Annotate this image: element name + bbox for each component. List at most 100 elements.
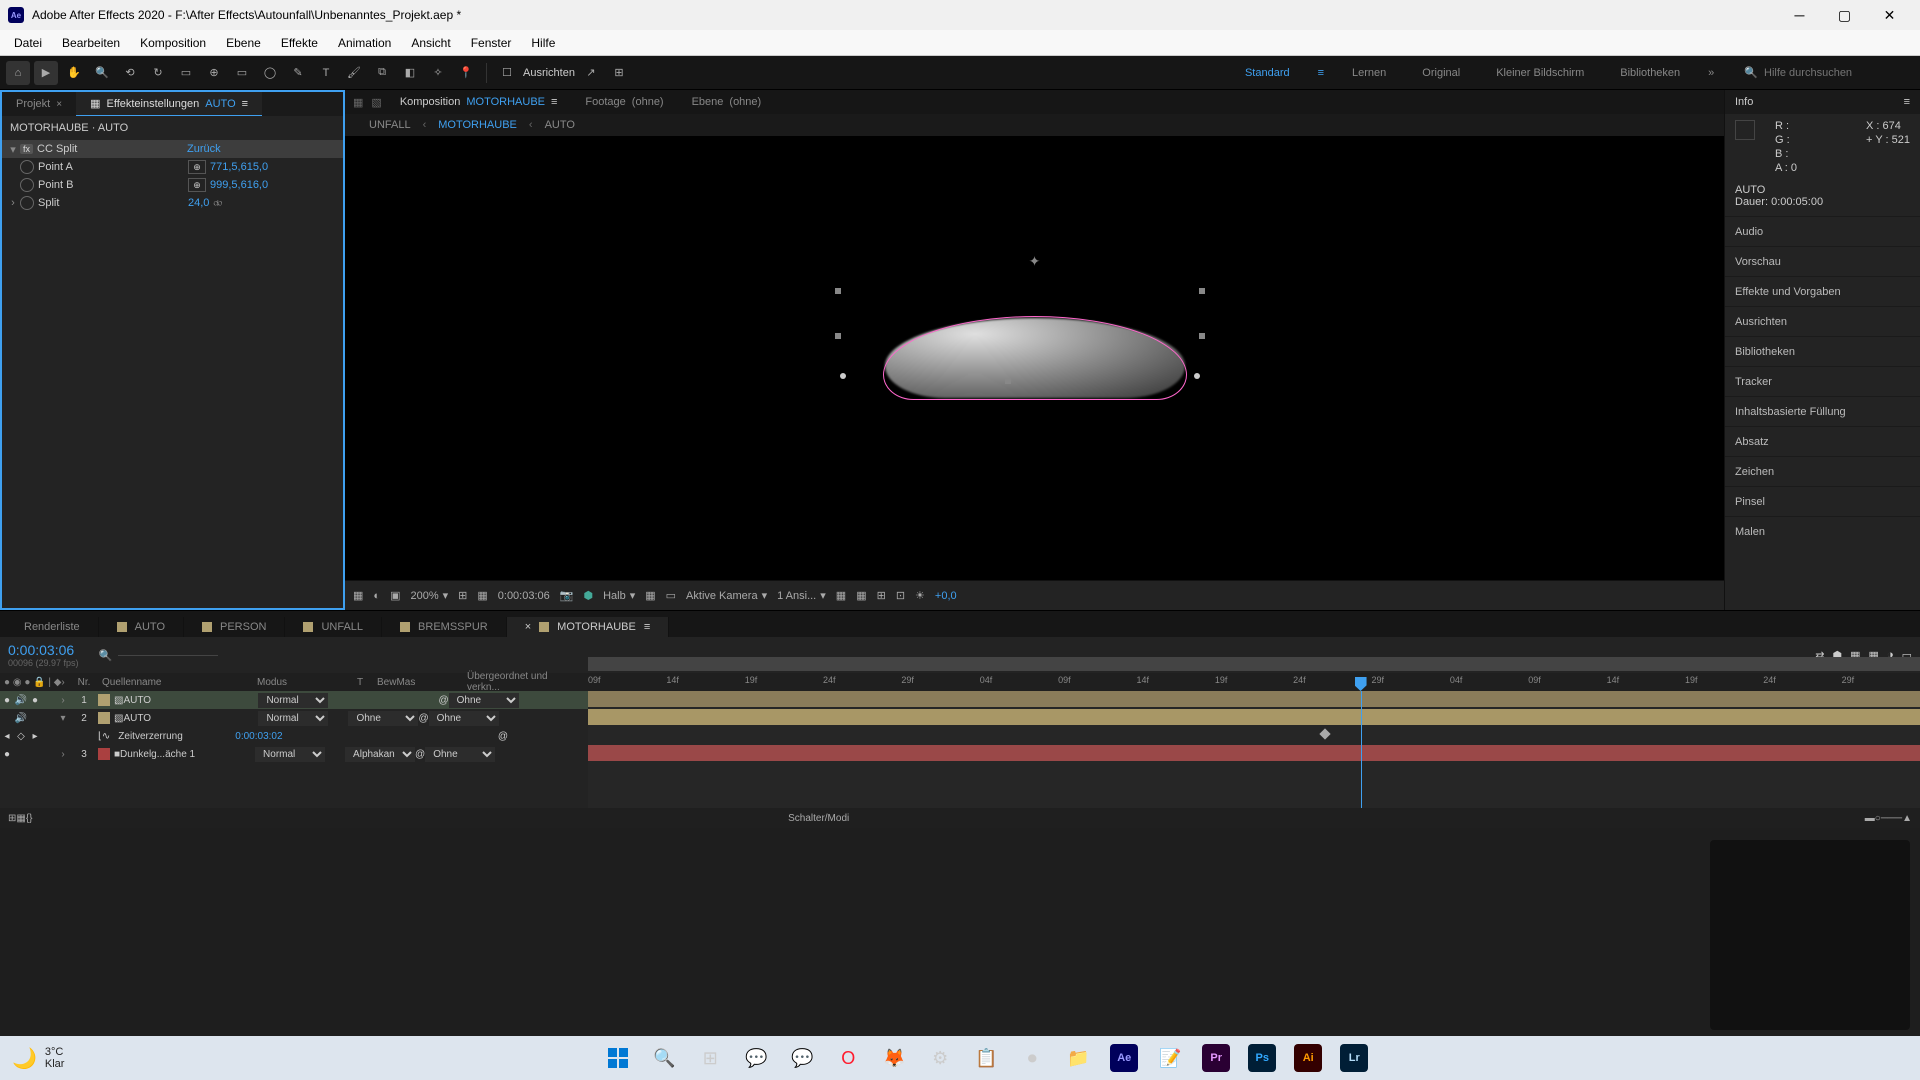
region-icon[interactable]: ▭	[666, 589, 676, 602]
lock-icon[interactable]: ▦	[353, 96, 363, 109]
visibility-toggle[interactable]: ●	[0, 695, 14, 706]
view-opt2-icon[interactable]: ▦	[856, 589, 866, 602]
layer-row[interactable]: 🔊 ▾ 2 ▧ AUTO Normal Ohne @ Ohne	[0, 709, 588, 727]
current-time-display[interactable]: 0:00:03:06	[498, 590, 550, 602]
solo-toggle[interactable]: ●	[28, 695, 42, 706]
parent-pickwhip[interactable]: @	[415, 749, 425, 760]
close-icon[interactable]: ×	[525, 621, 531, 633]
transform-handle[interactable]	[1199, 333, 1205, 339]
puppet-tool[interactable]: 📍	[454, 61, 478, 85]
breadcrumb-item[interactable]: MOTORHAUBE	[438, 119, 517, 131]
viewer-tab-ebene[interactable]: Ebene (ohne)	[682, 96, 772, 108]
trkmat-dropdown[interactable]: Ohne	[348, 711, 418, 726]
taskbar-app-generic1[interactable]: ⚙	[921, 1039, 959, 1077]
rotate-tool[interactable]: ↻	[146, 61, 170, 85]
tl-tab-bremsspur[interactable]: BREMSSPUR	[382, 617, 507, 637]
zoom-out-icon[interactable]: ▬	[1865, 813, 1875, 824]
view-opt4-icon[interactable]: ⊡	[896, 589, 905, 602]
workspace-lernen[interactable]: Lernen	[1344, 67, 1394, 79]
taskbar-app-lightroom[interactable]: Lr	[1335, 1039, 1373, 1077]
stopwatch-icon[interactable]	[20, 196, 34, 210]
layer-name[interactable]: AUTO	[123, 713, 258, 724]
mask-path[interactable]	[883, 316, 1187, 400]
taskbar-app-illustrator[interactable]: Ai	[1289, 1039, 1327, 1077]
twirl-icon[interactable]: ›	[56, 695, 70, 706]
workspace-standard[interactable]: Standard	[1237, 67, 1298, 79]
clone-tool[interactable]: ⧉	[370, 61, 394, 85]
taskbar-app-opera[interactable]: O	[829, 1039, 867, 1077]
info-panel-label[interactable]: Info	[1735, 96, 1753, 108]
views-dropdown[interactable]: 1 Ansi... ▾	[777, 589, 826, 602]
effect-header-row[interactable]: ▾ fx CC Split Zurück	[2, 140, 343, 158]
trkmat-dropdown[interactable]: Alphakanal	[345, 747, 415, 762]
parent-dropdown[interactable]: Ohne	[449, 693, 519, 708]
zoom-in-icon[interactable]: ▲	[1902, 813, 1912, 824]
menu-ebene[interactable]: Ebene	[216, 32, 271, 54]
minimize-button[interactable]: ─	[1777, 0, 1822, 30]
param-value[interactable]: 771,5,615,0	[210, 161, 268, 173]
panel-absatz[interactable]: Absatz	[1725, 426, 1920, 456]
exposure-icon[interactable]: ☀	[915, 589, 925, 602]
panel-menu-icon[interactable]: ≡	[242, 98, 248, 110]
stopwatch-icon[interactable]	[20, 178, 34, 192]
transform-handle[interactable]	[835, 333, 841, 339]
property-value[interactable]: 0:00:03:02	[235, 731, 282, 742]
effect-controls-tab[interactable]: ▦ Effekteinstellungen AUTO ≡	[76, 92, 262, 116]
menu-hilfe[interactable]: Hilfe	[521, 32, 565, 54]
layer-row[interactable]: ● 🔊 ● › 1 ▧ AUTO Normal @ Ohne	[0, 691, 588, 709]
alpha-icon[interactable]: ▦	[353, 589, 363, 602]
viewer-tab-komposition[interactable]: Komposition MOTORHAUBE ≡	[390, 96, 568, 108]
transform-handle[interactable]	[1199, 288, 1205, 294]
taskbar-app-photoshop[interactable]: Ps	[1243, 1039, 1281, 1077]
composition-canvas[interactable]: ✦	[345, 136, 1724, 580]
panel-menu-icon[interactable]: ≡	[1904, 96, 1910, 108]
taskbar-app-obs[interactable]: ⏺	[1013, 1039, 1051, 1077]
tl-tab-renderliste[interactable]: Renderliste	[6, 617, 99, 637]
taskbar-app-teams[interactable]: 💬	[737, 1039, 775, 1077]
layer-bar[interactable]	[588, 691, 1920, 707]
snap-opt2[interactable]: ⊞	[607, 61, 631, 85]
layer-search-input[interactable]	[118, 655, 218, 656]
hand-tool[interactable]: ✋	[62, 61, 86, 85]
resolution-icon[interactable]: ⊞	[458, 589, 467, 602]
orbit-tool[interactable]: ⟲	[118, 61, 142, 85]
layer-name[interactable]: AUTO	[123, 695, 258, 706]
add-keyframe-icon[interactable]: ◇	[14, 731, 28, 742]
panel-tracker[interactable]: Tracker	[1725, 366, 1920, 396]
tl-tab-person[interactable]: PERSON	[184, 617, 285, 637]
panel-malen[interactable]: Malen	[1725, 516, 1920, 546]
tl-tab-motorhaube[interactable]: ×MOTORHAUBE≡	[507, 617, 670, 637]
text-tool[interactable]: T	[314, 61, 338, 85]
panel-vorschau[interactable]: Vorschau	[1725, 246, 1920, 276]
twirl-icon[interactable]: ›	[56, 749, 70, 760]
anchor-point-icon[interactable]: ✦	[1029, 253, 1041, 270]
twirl-icon[interactable]: ›	[6, 197, 20, 209]
current-time[interactable]: 0:00:03:06	[8, 642, 79, 658]
panel-content-fill[interactable]: Inhaltsbasierte Füllung	[1725, 396, 1920, 426]
viewer-tab-footage[interactable]: Footage (ohne)	[575, 96, 673, 108]
eraser-tool[interactable]: ◧	[398, 61, 422, 85]
workspace-bibliotheken[interactable]: Bibliotheken	[1612, 67, 1688, 79]
workspace-menu-icon[interactable]: ≡	[1318, 67, 1324, 79]
transform-handle[interactable]	[835, 288, 841, 294]
taskbar-app-explorer[interactable]: 📁	[1059, 1039, 1097, 1077]
stopwatch-icon[interactable]	[20, 160, 34, 174]
home-tool[interactable]: ⌂	[6, 61, 30, 85]
view-opt3-icon[interactable]: ⊞	[877, 589, 886, 602]
menu-ansicht[interactable]: Ansicht	[401, 32, 460, 54]
graph-icon[interactable]: ⌊∿	[98, 731, 110, 742]
menu-effekte[interactable]: Effekte	[271, 32, 328, 54]
effect-point-handle[interactable]	[840, 373, 846, 379]
snap-opt1[interactable]: ↗	[579, 61, 603, 85]
audio-toggle[interactable]: 🔊	[14, 713, 28, 724]
color-mgmt-icon[interactable]: ⬢	[583, 589, 593, 602]
layer-color-swatch[interactable]	[98, 694, 110, 706]
resolution-dropdown[interactable]: Halb ▾	[603, 589, 635, 602]
pen-tool[interactable]: ✎	[286, 61, 310, 85]
parent-pickwhip[interactable]: @	[498, 731, 508, 742]
weather-widget[interactable]: 🌙 3°C Klar	[12, 1046, 64, 1071]
maximize-button[interactable]: ▢	[1822, 0, 1867, 30]
search-icon[interactable]: 🔍	[99, 649, 113, 662]
keyframe-marker[interactable]	[1319, 728, 1330, 739]
effect-point-handle[interactable]	[1194, 373, 1200, 379]
